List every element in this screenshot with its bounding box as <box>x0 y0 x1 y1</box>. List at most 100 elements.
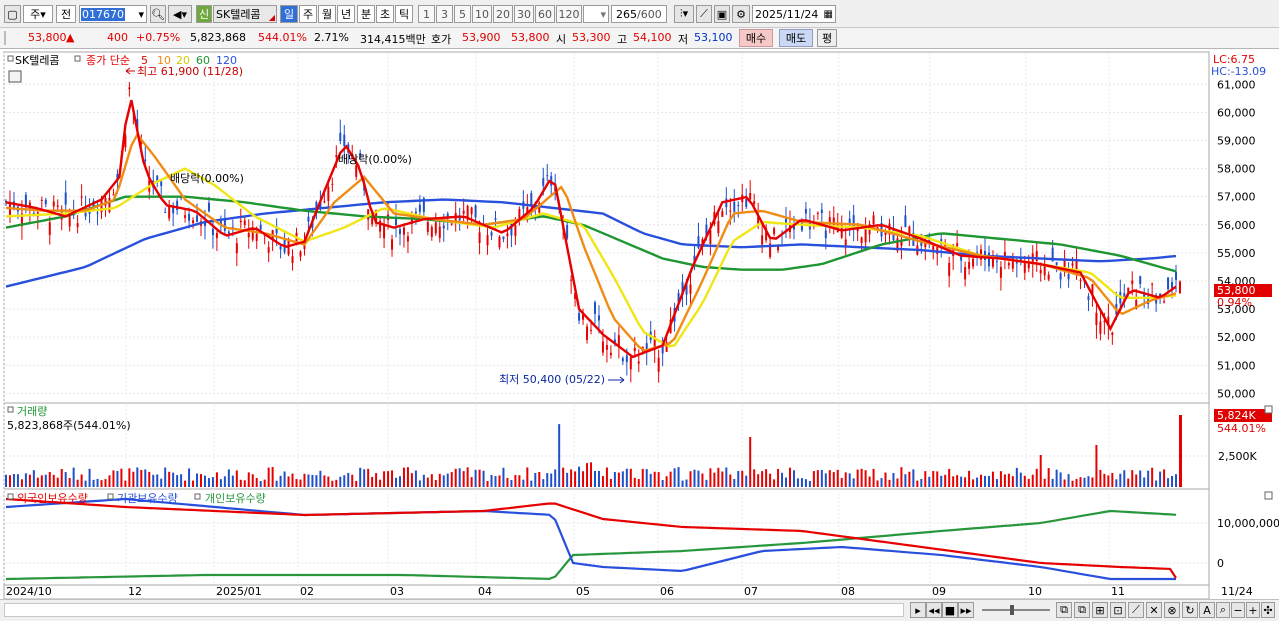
volume-bar <box>1111 472 1114 487</box>
period-tick[interactable]: 틱 <box>395 5 413 23</box>
period-month[interactable]: 월 <box>318 5 336 23</box>
interval-120[interactable]: 120 <box>556 5 582 23</box>
bottom-scroll-bar: ▸ ◂◂ ■ ▸▸ ⧉ ⧉ ⊞ ⊡ ⟋ ✕ ⊗ ↻ A ⌕ − + ✣ <box>0 599 1279 621</box>
candle-body <box>1111 332 1114 336</box>
interval-60-label: 60 <box>538 7 552 21</box>
stock-name-field[interactable]: SK텔레콤 ◢ <box>213 5 277 23</box>
candle-body <box>430 227 433 237</box>
horizontal-scrollbar[interactable] <box>4 603 904 617</box>
candle-type-icon[interactable]: ⫶▾ <box>674 5 694 23</box>
period-minute[interactable]: 분 <box>357 5 375 23</box>
volume-bar <box>132 471 135 487</box>
price-ytick: 52,000 <box>1217 331 1256 344</box>
copy-icon[interactable]: ⧉ <box>1074 602 1090 618</box>
indicator-icon[interactable]: ⊡ <box>1110 602 1126 618</box>
chart-toolbar: ▢ 주 ▾ 전 017670 ▾ 🔍︎ ◀▾ 신 SK텔레콤 ◢ 일 주 월 년 분 … <box>0 0 1279 28</box>
legend-square-icon <box>7 493 14 500</box>
candle-body <box>995 261 998 263</box>
count-input[interactable]: 265/600 <box>611 5 667 23</box>
settings-icon[interactable]: ⚙ <box>732 5 750 23</box>
rewind-icon[interactable]: ◂◂ <box>926 602 942 618</box>
scope-button[interactable]: 전 <box>56 5 76 23</box>
candle-body <box>546 175 549 177</box>
volume-bar <box>924 471 927 487</box>
calendar-icon[interactable]: ▦ <box>824 9 835 20</box>
candle-body <box>987 252 990 267</box>
shape-icon[interactable]: ✕ <box>1146 602 1162 618</box>
buy-button[interactable]: 매수 <box>739 29 773 47</box>
volume-bar <box>880 478 883 487</box>
volume-bar <box>255 477 258 487</box>
volume-bar <box>1051 478 1054 487</box>
speaker-icon[interactable]: ◀▾ <box>168 5 192 23</box>
period-year[interactable]: 년 <box>337 5 355 23</box>
interval-20[interactable]: 20 <box>493 5 513 23</box>
interval-5[interactable]: 5 <box>454 5 471 23</box>
eval-button[interactable]: 평 <box>817 29 837 47</box>
interval-dropdown[interactable]: ▾ <box>583 5 609 23</box>
chart-type-icon[interactable]: ⊞ <box>1092 602 1108 618</box>
x-axis-label: 2024/10 <box>6 585 52 598</box>
period-week[interactable]: 주 <box>299 5 317 23</box>
forward-icon[interactable]: ▸▸ <box>958 602 974 618</box>
volume-current-value: 5,824K <box>1217 409 1256 422</box>
magnify-icon[interactable]: ⌕ <box>1216 602 1230 618</box>
stop-icon[interactable]: ■ <box>942 602 958 618</box>
period-day-label: 일 <box>283 8 295 21</box>
candle-body <box>331 183 334 185</box>
zoom-out-icon[interactable]: − <box>1231 602 1245 618</box>
interval-30[interactable]: 30 <box>514 5 534 23</box>
volume-bar <box>538 472 541 487</box>
sell-button-label: 매도 <box>785 32 807 45</box>
period-day[interactable]: 일 <box>280 5 298 23</box>
calculator-icon[interactable] <box>8 70 22 83</box>
volume-bar <box>952 476 955 487</box>
volume-bar <box>243 480 246 487</box>
volume-bar <box>860 468 863 487</box>
text-icon[interactable]: A <box>1199 602 1215 618</box>
candle-body <box>625 355 628 363</box>
scroll-right-icon[interactable]: ▸ <box>910 602 926 618</box>
volume-bar <box>315 475 318 487</box>
price-ytick: 56,000 <box>1217 219 1256 232</box>
interval-1[interactable]: 1 <box>418 5 435 23</box>
window-icon[interactable]: ▢ <box>4 5 21 23</box>
refresh-icon[interactable]: ↻ <box>1182 602 1198 618</box>
volume-bar <box>438 473 441 487</box>
stock-chart[interactable]: 61,000 60,000 59,000 58,000 57,000 56,000 55,0… <box>0 49 1279 600</box>
search-icon[interactable]: 🔍︎ <box>150 5 166 23</box>
code-type-select[interactable]: 주 ▾ <box>23 5 53 23</box>
quote-label: 호가 <box>431 33 452 46</box>
interval-10[interactable]: 10 <box>472 5 492 23</box>
date-input[interactable]: 2025/11/24 ▦ <box>752 5 836 23</box>
volume-bar <box>307 474 310 487</box>
high-price: 54,100 <box>633 31 672 44</box>
close-icon[interactable] <box>1264 405 1273 414</box>
layout-icon[interactable]: ⧉ <box>1056 602 1072 618</box>
close-icon[interactable] <box>1264 491 1273 500</box>
interval-3[interactable]: 3 <box>436 5 453 23</box>
price-change: 400 <box>107 31 128 44</box>
volume-bar <box>912 469 915 487</box>
sell-button[interactable]: 매도 <box>779 29 813 47</box>
period-second[interactable]: 초 <box>376 5 394 23</box>
volume-bar <box>1127 478 1130 487</box>
zoom-slider[interactable] <box>982 605 1050 615</box>
x-axis-label: 09 <box>932 585 946 598</box>
volume-bar <box>629 468 632 487</box>
interval-60[interactable]: 60 <box>535 5 555 23</box>
trend-icon[interactable]: ⟋ <box>1128 602 1144 618</box>
volume-bar <box>180 474 183 487</box>
volume-bar <box>609 478 612 487</box>
draw-line-icon[interactable]: ⟋ <box>696 5 712 23</box>
candle-body <box>108 197 111 213</box>
volume-bar <box>796 478 799 487</box>
crosshair-icon[interactable]: ⊗ <box>1164 602 1180 618</box>
save-icon[interactable]: ▣ <box>714 5 730 23</box>
candle-body <box>1099 321 1102 334</box>
expand-icon[interactable]: ✣ <box>1261 602 1275 618</box>
zoom-in-icon[interactable]: + <box>1246 602 1260 618</box>
volume-bar <box>72 467 75 487</box>
stock-code-input[interactable]: 017670 ▾ <box>79 5 147 23</box>
volume-bar <box>765 469 768 487</box>
